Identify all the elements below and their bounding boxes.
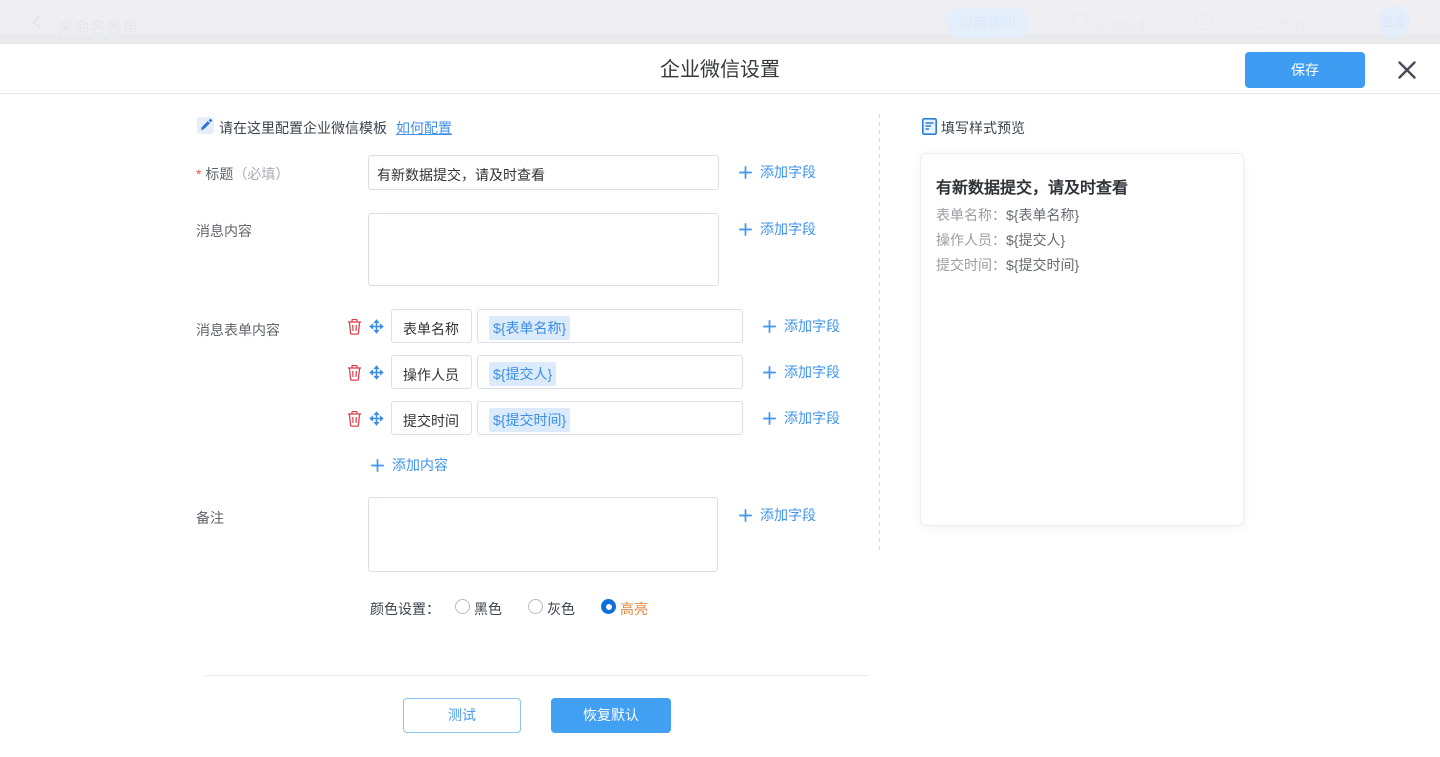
svg-text:?: ? (1257, 18, 1262, 28)
